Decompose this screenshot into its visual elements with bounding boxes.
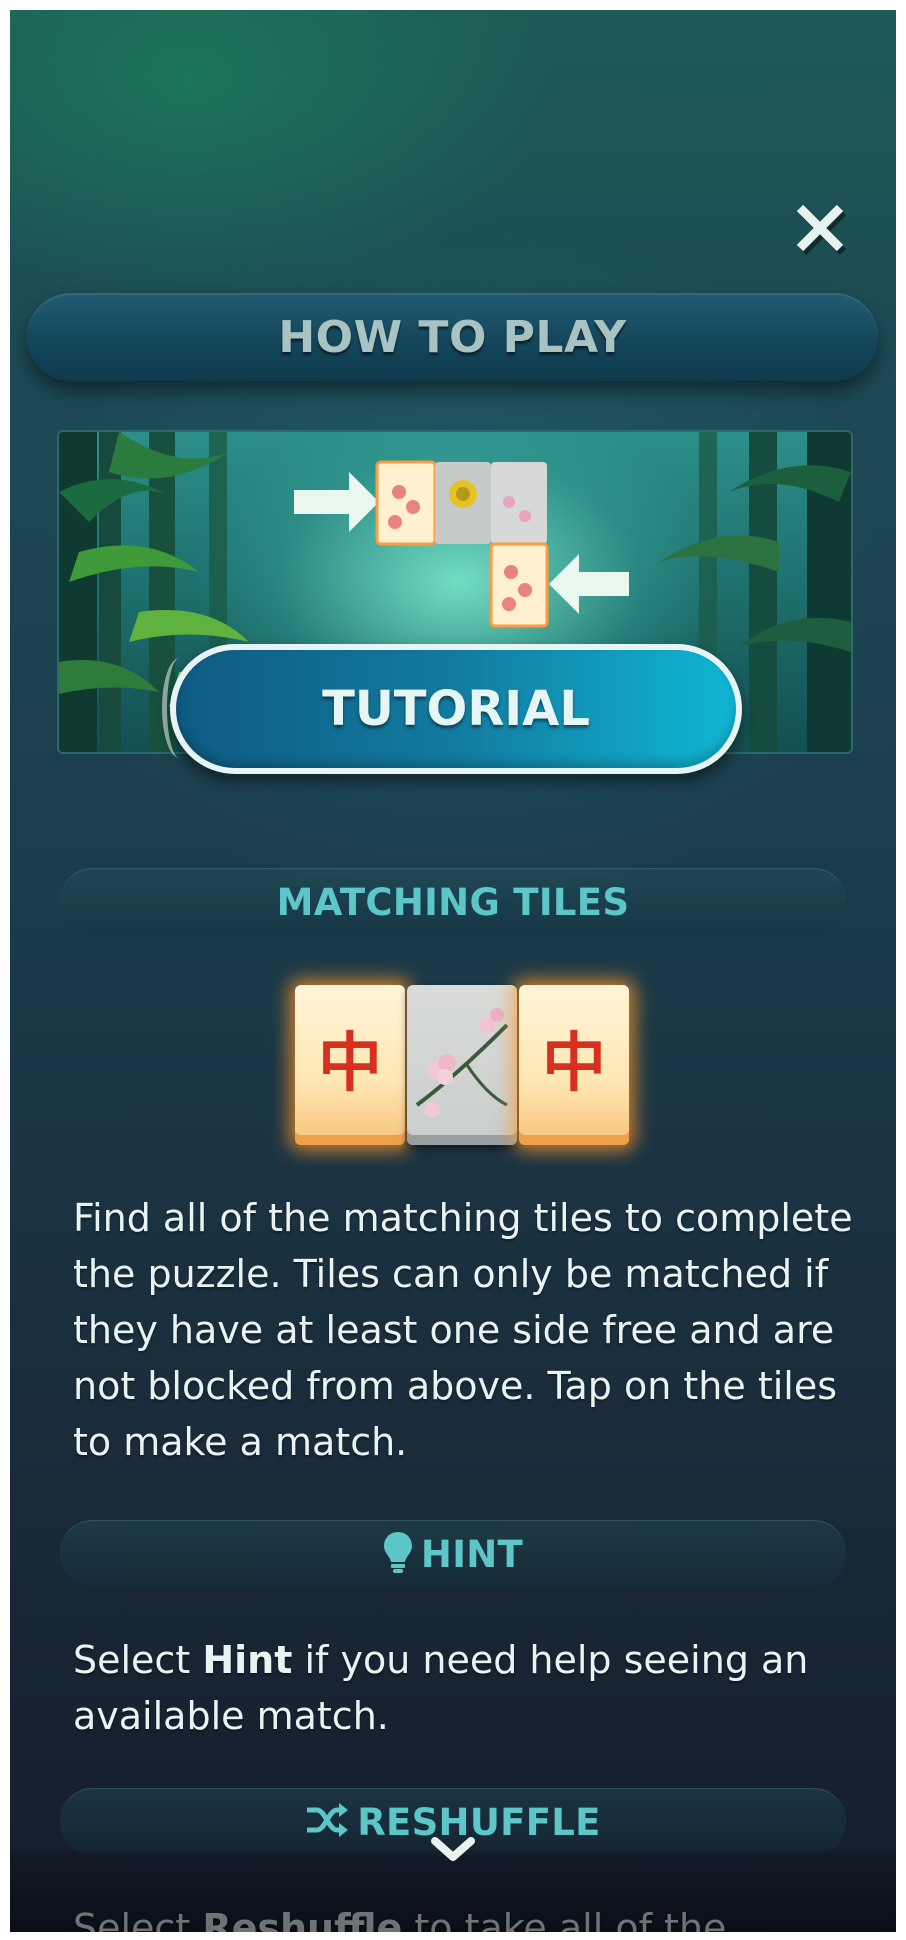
reshuffle-title: RESHUFFLE bbox=[357, 1800, 601, 1844]
reshuffle-description: Select Reshuffle to take all of the bbox=[73, 1900, 853, 1932]
matching-tiles-illustration: 中 中 bbox=[285, 975, 635, 1155]
shuffle-icon bbox=[305, 1802, 349, 1842]
hint-header: HINT bbox=[60, 1520, 846, 1587]
reshuffle-keyword: Reshuffle bbox=[202, 1906, 403, 1932]
hint-keyword: Hint bbox=[202, 1638, 293, 1682]
red-dragon-tile-2: 中 bbox=[519, 985, 629, 1145]
close-button[interactable] bbox=[785, 193, 855, 263]
hint-title: HINT bbox=[420, 1532, 524, 1576]
scroll-down-button[interactable] bbox=[431, 1835, 475, 1869]
close-icon bbox=[796, 204, 847, 256]
blossom-tile bbox=[407, 985, 517, 1145]
red-dragon-tile: 中 bbox=[295, 985, 405, 1145]
lightbulb-icon bbox=[383, 1530, 413, 1578]
matching-tiles-description: Find all of the matching tiles to comple… bbox=[73, 1196, 853, 1464]
tutorial-button-label: TUTORIAL bbox=[322, 681, 590, 737]
red-dragon-glyph: 中 bbox=[318, 1027, 382, 1101]
chevron-down-icon bbox=[431, 1837, 475, 1861]
matching-tiles-header: MATCHING TILES bbox=[60, 868, 846, 935]
how-to-play-screen: HOW TO PLAY TUTORIAL MATCHING TILES 中 中 … bbox=[10, 10, 896, 1932]
red-dragon-glyph-2: 中 bbox=[542, 1027, 606, 1101]
page-title: HOW TO PLAY bbox=[278, 311, 627, 363]
matching-tiles-title: MATCHING TILES bbox=[276, 880, 630, 924]
hint-description: Select Hint if you need help seeing an a… bbox=[73, 1638, 809, 1738]
title-bar: HOW TO PLAY bbox=[27, 293, 878, 381]
tutorial-button[interactable]: TUTORIAL bbox=[162, 644, 742, 774]
